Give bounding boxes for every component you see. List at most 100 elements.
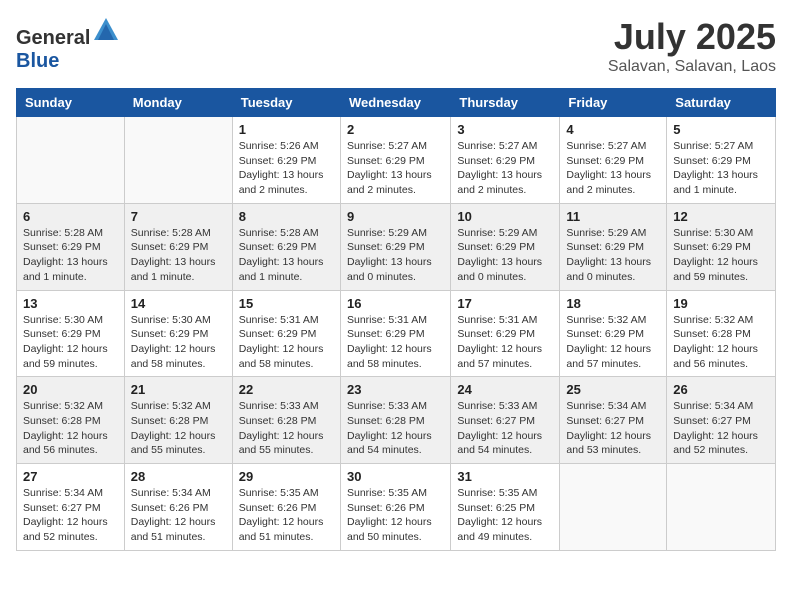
logo-general: General bbox=[16, 27, 90, 49]
day-number: 9 bbox=[347, 209, 444, 224]
day-info: Sunrise: 5:26 AM Sunset: 6:29 PM Dayligh… bbox=[239, 139, 334, 198]
day-number: 4 bbox=[566, 122, 660, 137]
day-number: 13 bbox=[23, 296, 118, 311]
calendar-cell: 10 Sunrise: 5:29 AM Sunset: 6:29 PM Dayli… bbox=[451, 203, 560, 290]
day-info: Sunrise: 5:32 AM Sunset: 6:28 PM Dayligh… bbox=[23, 399, 118, 458]
weekday-header-thursday: Thursday bbox=[451, 89, 560, 117]
calendar-table: SundayMondayTuesdayWednesdayThursdayFrid… bbox=[16, 88, 776, 551]
day-number: 3 bbox=[457, 122, 553, 137]
day-info: Sunrise: 5:34 AM Sunset: 6:27 PM Dayligh… bbox=[673, 399, 769, 458]
weekday-header-row: SundayMondayTuesdayWednesdayThursdayFrid… bbox=[17, 89, 776, 117]
calendar-cell: 15 Sunrise: 5:31 AM Sunset: 6:29 PM Dayli… bbox=[232, 290, 340, 377]
day-number: 10 bbox=[457, 209, 553, 224]
calendar-cell: 17 Sunrise: 5:31 AM Sunset: 6:29 PM Dayli… bbox=[451, 290, 560, 377]
calendar-cell: 24Sunrise: 5:33 AM Sunset: 6:27 PM Dayli… bbox=[451, 377, 560, 464]
day-number: 25 bbox=[566, 382, 660, 397]
day-info: Sunrise: 5:31 AM Sunset: 6:29 PM Dayligh… bbox=[457, 313, 553, 372]
day-info: Sunrise: 5:35 AM Sunset: 6:26 PM Dayligh… bbox=[239, 486, 334, 545]
day-info: Sunrise: 5:28 AM Sunset: 6:29 PM Dayligh… bbox=[131, 226, 226, 285]
page-header: General Blue July 2025 Salavan, Salavan,… bbox=[16, 16, 776, 76]
day-info: Sunrise: 5:31 AM Sunset: 6:29 PM Dayligh… bbox=[347, 313, 444, 372]
day-number: 5 bbox=[673, 122, 769, 137]
day-info: Sunrise: 5:27 AM Sunset: 6:29 PM Dayligh… bbox=[457, 139, 553, 198]
day-info: Sunrise: 5:29 AM Sunset: 6:29 PM Dayligh… bbox=[566, 226, 660, 285]
calendar-cell: 9 Sunrise: 5:29 AM Sunset: 6:29 PM Daylig… bbox=[340, 203, 450, 290]
day-number: 24 bbox=[457, 382, 553, 397]
day-info: Sunrise: 5:32 AM Sunset: 6:29 PM Dayligh… bbox=[566, 313, 660, 372]
day-number: 7 bbox=[131, 209, 226, 224]
calendar-cell: 19 Sunrise: 5:32 AM Sunset: 6:28 PM Dayli… bbox=[667, 290, 776, 377]
calendar-cell: 23 Sunrise: 5:33 AM Sunset: 6:28 PM Dayli… bbox=[340, 377, 450, 464]
calendar-cell: 26 Sunrise: 5:34 AM Sunset: 6:27 PM Dayli… bbox=[667, 377, 776, 464]
calendar-cell: 2Sunrise: 5:27 AM Sunset: 6:29 PM Daylig… bbox=[340, 117, 450, 204]
day-info: Sunrise: 5:32 AM Sunset: 6:28 PM Dayligh… bbox=[131, 399, 226, 458]
day-info: Sunrise: 5:34 AM Sunset: 6:27 PM Dayligh… bbox=[23, 486, 118, 545]
calendar-cell: 14Sunrise: 5:30 AM Sunset: 6:29 PM Dayli… bbox=[124, 290, 232, 377]
calendar-cell bbox=[124, 117, 232, 204]
day-number: 27 bbox=[23, 469, 118, 484]
day-number: 17 bbox=[457, 296, 553, 311]
calendar-cell: 1 Sunrise: 5:26 AM Sunset: 6:29 PM Daylig… bbox=[232, 117, 340, 204]
title-block: July 2025 Salavan, Salavan, Laos bbox=[608, 16, 776, 76]
weekday-header-friday: Friday bbox=[560, 89, 667, 117]
weekday-header-tuesday: Tuesday bbox=[232, 89, 340, 117]
calendar-cell: 31Sunrise: 5:35 AM Sunset: 6:25 PM Dayli… bbox=[451, 464, 560, 551]
calendar-cell: 13 Sunrise: 5:30 AM Sunset: 6:29 PM Dayli… bbox=[17, 290, 125, 377]
calendar-cell: 18Sunrise: 5:32 AM Sunset: 6:29 PM Dayli… bbox=[560, 290, 667, 377]
calendar-cell: 22Sunrise: 5:33 AM Sunset: 6:28 PM Dayli… bbox=[232, 377, 340, 464]
calendar-week-row-4: 20 Sunrise: 5:32 AM Sunset: 6:28 PM Dayli… bbox=[17, 377, 776, 464]
calendar-week-row-2: 6 Sunrise: 5:28 AM Sunset: 6:29 PM Daylig… bbox=[17, 203, 776, 290]
day-number: 31 bbox=[457, 469, 553, 484]
calendar-cell: 3 Sunrise: 5:27 AM Sunset: 6:29 PM Daylig… bbox=[451, 117, 560, 204]
day-info: Sunrise: 5:34 AM Sunset: 6:27 PM Dayligh… bbox=[566, 399, 660, 458]
day-number: 29 bbox=[239, 469, 334, 484]
calendar-cell bbox=[17, 117, 125, 204]
calendar-cell: 30Sunrise: 5:35 AM Sunset: 6:26 PM Dayli… bbox=[340, 464, 450, 551]
calendar-week-row-1: 1 Sunrise: 5:26 AM Sunset: 6:29 PM Daylig… bbox=[17, 117, 776, 204]
calendar-cell bbox=[667, 464, 776, 551]
calendar-cell bbox=[560, 464, 667, 551]
logo-blue: Blue bbox=[16, 50, 59, 72]
calendar-week-row-3: 13 Sunrise: 5:30 AM Sunset: 6:29 PM Dayli… bbox=[17, 290, 776, 377]
calendar-cell: 16Sunrise: 5:31 AM Sunset: 6:29 PM Dayli… bbox=[340, 290, 450, 377]
weekday-header-sunday: Sunday bbox=[17, 89, 125, 117]
logo: General Blue bbox=[16, 16, 120, 73]
day-info: Sunrise: 5:33 AM Sunset: 6:28 PM Dayligh… bbox=[347, 399, 444, 458]
day-number: 28 bbox=[131, 469, 226, 484]
day-number: 23 bbox=[347, 382, 444, 397]
day-number: 30 bbox=[347, 469, 444, 484]
day-number: 19 bbox=[673, 296, 769, 311]
day-info: Sunrise: 5:30 AM Sunset: 6:29 PM Dayligh… bbox=[673, 226, 769, 285]
day-number: 15 bbox=[239, 296, 334, 311]
logo-text: General Blue bbox=[16, 16, 120, 73]
logo-icon bbox=[92, 16, 120, 44]
day-info: Sunrise: 5:34 AM Sunset: 6:26 PM Dayligh… bbox=[131, 486, 226, 545]
day-info: Sunrise: 5:29 AM Sunset: 6:29 PM Dayligh… bbox=[457, 226, 553, 285]
day-info: Sunrise: 5:27 AM Sunset: 6:29 PM Dayligh… bbox=[347, 139, 444, 198]
day-number: 6 bbox=[23, 209, 118, 224]
day-number: 1 bbox=[239, 122, 334, 137]
calendar-cell: 7 Sunrise: 5:28 AM Sunset: 6:29 PM Daylig… bbox=[124, 203, 232, 290]
day-info: Sunrise: 5:30 AM Sunset: 6:29 PM Dayligh… bbox=[23, 313, 118, 372]
month-year-title: July 2025 bbox=[608, 16, 776, 58]
calendar-cell: 4 Sunrise: 5:27 AM Sunset: 6:29 PM Daylig… bbox=[560, 117, 667, 204]
day-number: 20 bbox=[23, 382, 118, 397]
calendar-cell: 8Sunrise: 5:28 AM Sunset: 6:29 PM Daylig… bbox=[232, 203, 340, 290]
calendar-cell: 20 Sunrise: 5:32 AM Sunset: 6:28 PM Dayli… bbox=[17, 377, 125, 464]
day-info: Sunrise: 5:27 AM Sunset: 6:29 PM Dayligh… bbox=[673, 139, 769, 198]
day-number: 11 bbox=[566, 209, 660, 224]
calendar-cell: 28 Sunrise: 5:34 AM Sunset: 6:26 PM Dayli… bbox=[124, 464, 232, 551]
calendar-week-row-5: 27 Sunrise: 5:34 AM Sunset: 6:27 PM Dayli… bbox=[17, 464, 776, 551]
day-info: Sunrise: 5:32 AM Sunset: 6:28 PM Dayligh… bbox=[673, 313, 769, 372]
day-info: Sunrise: 5:27 AM Sunset: 6:29 PM Dayligh… bbox=[566, 139, 660, 198]
day-info: Sunrise: 5:29 AM Sunset: 6:29 PM Dayligh… bbox=[347, 226, 444, 285]
calendar-cell: 12Sunrise: 5:30 AM Sunset: 6:29 PM Dayli… bbox=[667, 203, 776, 290]
day-info: Sunrise: 5:33 AM Sunset: 6:28 PM Dayligh… bbox=[239, 399, 334, 458]
day-number: 26 bbox=[673, 382, 769, 397]
calendar-cell: 6Sunrise: 5:28 AM Sunset: 6:29 PM Daylig… bbox=[17, 203, 125, 290]
weekday-header-saturday: Saturday bbox=[667, 89, 776, 117]
calendar-cell: 29 Sunrise: 5:35 AM Sunset: 6:26 PM Dayli… bbox=[232, 464, 340, 551]
day-info: Sunrise: 5:31 AM Sunset: 6:29 PM Dayligh… bbox=[239, 313, 334, 372]
weekday-header-wednesday: Wednesday bbox=[340, 89, 450, 117]
calendar-cell: 5 Sunrise: 5:27 AM Sunset: 6:29 PM Daylig… bbox=[667, 117, 776, 204]
